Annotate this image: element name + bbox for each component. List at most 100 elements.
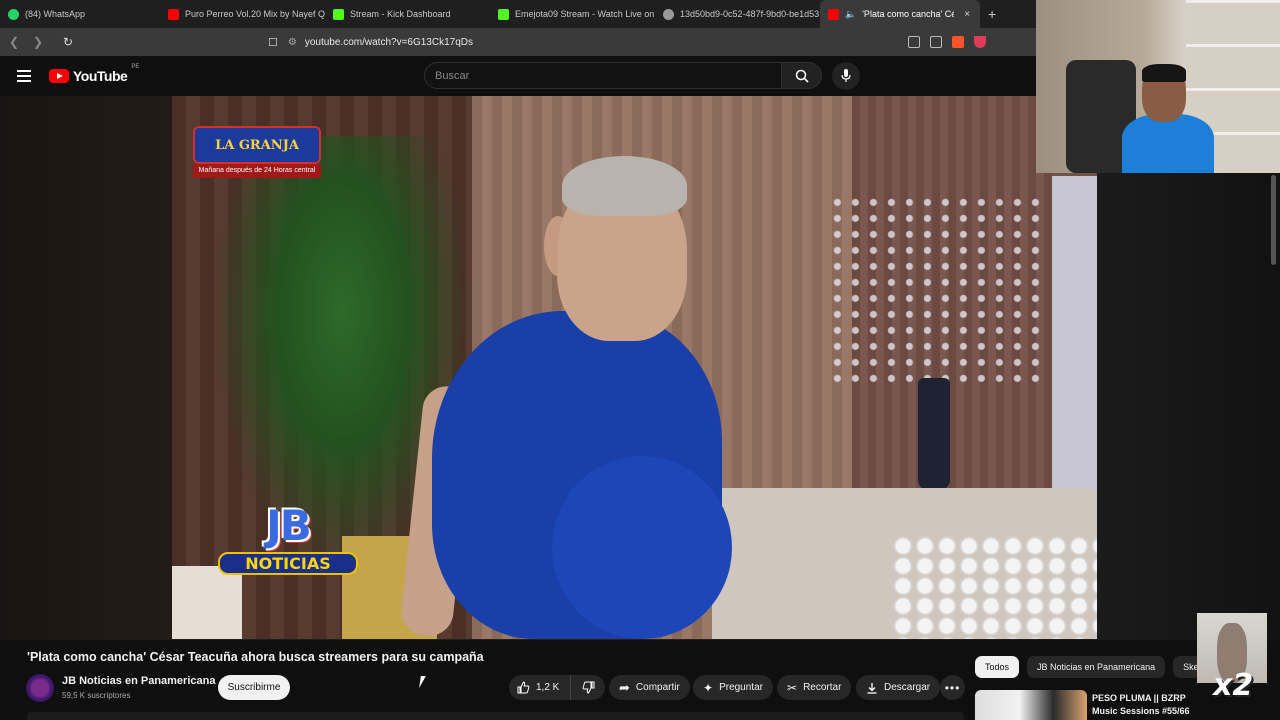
scrollbar[interactable] bbox=[1271, 175, 1276, 265]
scissors-icon: ✂ bbox=[787, 680, 798, 695]
tab-label: 'Plata como cancha' César Te bbox=[862, 9, 955, 19]
kick-icon bbox=[333, 8, 344, 20]
white-branches bbox=[832, 196, 1042, 386]
jb-letters: JB bbox=[266, 501, 312, 550]
search-input[interactable]: Buscar bbox=[424, 62, 782, 89]
youtube-logo[interactable]: YouTube PE bbox=[49, 64, 139, 84]
cast-icon[interactable] bbox=[908, 36, 920, 48]
vase bbox=[918, 378, 950, 490]
tab-label: Stream - Kick Dashboard bbox=[350, 9, 451, 19]
ask-label: Preguntar bbox=[719, 682, 763, 693]
channel-name[interactable]: JB Noticias en Panamericana bbox=[62, 675, 215, 687]
search-icon bbox=[795, 69, 809, 83]
new-tab-button[interactable]: + bbox=[980, 6, 1004, 22]
forward-icon[interactable]: ❯ bbox=[28, 35, 48, 49]
bookmark-icon[interactable]: ☐ bbox=[268, 36, 278, 49]
youtube-header: YouTube PE Buscar bbox=[0, 56, 1036, 96]
share-icon[interactable] bbox=[930, 36, 942, 48]
tab-kick-stream[interactable]: Emejota09 Stream - Watch Live on Ki bbox=[490, 0, 655, 28]
masked-person bbox=[399, 156, 732, 639]
description-box-edge bbox=[27, 712, 964, 720]
screen: (84) WhatsApp Puro Perreo Vol.20 Mix by … bbox=[0, 0, 1280, 720]
recommendation-thumbnail[interactable] bbox=[975, 690, 1087, 720]
reload-icon[interactable]: ↻ bbox=[58, 35, 78, 49]
tab-label: Emejota09 Stream - Watch Live on Ki bbox=[515, 9, 655, 19]
tab-kick-dashboard[interactable]: Stream - Kick Dashboard bbox=[325, 0, 490, 28]
search-placeholder: Buscar bbox=[435, 69, 470, 82]
tab-label: (84) WhatsApp bbox=[25, 9, 86, 19]
white-flowers bbox=[892, 536, 1097, 639]
whatsapp-icon bbox=[8, 8, 19, 20]
thumbs-up-icon bbox=[517, 681, 530, 694]
share-icon: ➦ bbox=[619, 679, 630, 695]
download-icon bbox=[867, 682, 877, 694]
recommendation-title[interactable]: PESO PLUMA || BZRP Music Sessions #55/66 bbox=[1092, 692, 1212, 718]
ambient-right bbox=[1097, 96, 1280, 640]
search-button[interactable] bbox=[782, 62, 822, 89]
dislike-button[interactable] bbox=[571, 675, 605, 700]
ask-button[interactable]: ✦ Preguntar bbox=[693, 675, 773, 700]
youtube-play-icon bbox=[49, 69, 69, 83]
clip-action: ✂ Recortar bbox=[777, 675, 852, 700]
subscriber-count: 59,5 K suscriptores bbox=[62, 691, 131, 700]
youtube-icon bbox=[828, 8, 839, 20]
lagranja-logo: LA GRANJA Mañana después de 24 Horas cen… bbox=[193, 126, 321, 178]
lagranja-title: LA GRANJA bbox=[193, 126, 321, 164]
youtube-icon bbox=[168, 8, 179, 20]
like-count: 1,2 K bbox=[536, 682, 560, 693]
back-icon[interactable]: ❮ bbox=[4, 35, 24, 49]
mouse-cursor-icon bbox=[419, 676, 426, 688]
thumbs-down-icon bbox=[582, 681, 594, 694]
close-tab-icon[interactable]: × bbox=[964, 9, 970, 20]
share-button[interactable]: ➦ Compartir bbox=[609, 675, 690, 700]
browser-toolbar: ❮ ❯ ↻ ☐ ⚙ youtube.com/watch?v=6G13Ck17qD… bbox=[0, 28, 1036, 56]
share-action: ➦ Compartir bbox=[609, 675, 690, 700]
subscribe-button[interactable]: Suscribirme bbox=[218, 675, 290, 700]
tab-guid-page[interactable]: 13d50bd9-0c52-487f-9bd0-be1d53 bbox=[655, 0, 820, 28]
sparkle-icon: ✦ bbox=[703, 680, 714, 695]
like-button[interactable]: 1,2 K bbox=[509, 675, 571, 700]
video-player[interactable]: LA GRANJA Mañana después de 24 Horas cen… bbox=[172, 96, 1097, 639]
address-bar[interactable]: ⚙ youtube.com/watch?v=6G13Ck17qDs bbox=[288, 31, 888, 53]
rewards-icon[interactable] bbox=[974, 36, 986, 48]
streamer bbox=[1114, 64, 1214, 173]
tab-label: 13d50bd9-0c52-487f-9bd0-be1d53 bbox=[680, 9, 820, 19]
download-action: Descargar bbox=[856, 675, 941, 700]
chip-channel[interactable]: JB Noticias en Panamericana bbox=[1027, 656, 1166, 678]
download-label: Descargar bbox=[884, 682, 931, 693]
webcam-overlay bbox=[1036, 0, 1280, 173]
voice-search-button[interactable] bbox=[832, 62, 860, 90]
channel-avatar[interactable] bbox=[26, 674, 54, 702]
lagranja-subtitle: Mañana después de 24 Horas central bbox=[193, 164, 321, 178]
logo-text: YouTube bbox=[73, 68, 128, 84]
globe-icon bbox=[663, 8, 674, 20]
brave-shield-icon[interactable] bbox=[952, 36, 964, 48]
download-button[interactable]: Descargar bbox=[856, 675, 941, 700]
browser-tab-strip: (84) WhatsApp Puro Perreo Vol.20 Mix by … bbox=[0, 0, 1036, 28]
site-info-icon[interactable]: ⚙ bbox=[288, 37, 297, 48]
tab-whatsapp[interactable]: (84) WhatsApp bbox=[0, 0, 160, 28]
tab-label: Puro Perreo Vol.20 Mix by Nayef Qu bbox=[185, 9, 325, 19]
tab-youtube-mix[interactable]: Puro Perreo Vol.20 Mix by Nayef Qu bbox=[160, 0, 325, 28]
extension-icons bbox=[908, 36, 986, 48]
jb-noticias-logo: JB NOTICIAS bbox=[218, 501, 358, 596]
like-dislike-group: 1,2 K bbox=[509, 675, 605, 700]
region-code: PE bbox=[131, 64, 140, 70]
tab-active-video[interactable]: 🔈 'Plata como cancha' César Te × bbox=[820, 0, 980, 28]
url-text: youtube.com/watch?v=6G13Ck17qDs bbox=[304, 36, 473, 48]
kick-icon bbox=[498, 8, 509, 20]
ask-action: ✦ Preguntar bbox=[693, 675, 773, 700]
microphone-icon bbox=[841, 69, 851, 82]
menu-icon[interactable] bbox=[17, 70, 31, 82]
recommendation-chips: Todos JB Noticias en Panamericana Sketc bbox=[975, 656, 1216, 678]
chip-all[interactable]: Todos bbox=[975, 656, 1020, 678]
video-title: 'Plata como cancha' César Teacuña ahora … bbox=[27, 650, 484, 664]
more-actions-button[interactable]: ••• bbox=[940, 675, 965, 700]
clip-button[interactable]: ✂ Recortar bbox=[777, 675, 852, 700]
share-label: Compartir bbox=[635, 682, 680, 693]
multiplier-badge: x2 bbox=[1213, 668, 1254, 703]
noticias-label: NOTICIAS bbox=[218, 552, 358, 575]
clip-label: Recortar bbox=[803, 682, 842, 693]
more-icon: ••• bbox=[944, 680, 961, 695]
speaker-icon: 🔈 bbox=[845, 8, 857, 19]
